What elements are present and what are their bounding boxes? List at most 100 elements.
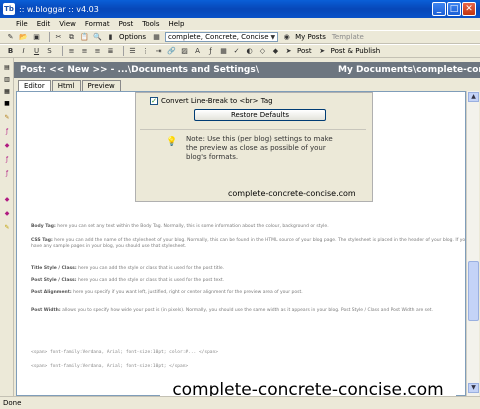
screenshot-caption: complete-concrete-concise.com [228,189,356,198]
menu-format[interactable]: Format [85,20,110,28]
indent-icon[interactable]: ⇥ [154,47,163,56]
preview-icon[interactable]: ◐ [245,47,254,56]
window-title: :: w.bloggar :: v4.03 [19,4,99,14]
table-icon[interactable]: ▦ [219,47,228,56]
open-icon[interactable]: 📂 [19,33,28,42]
paragraph-lead: Body Tag: [31,224,56,229]
scroll-down-icon[interactable]: ▼ [468,383,479,393]
underline-icon[interactable]: U [32,47,41,56]
post-publish-button[interactable]: Post & Publish [331,47,381,55]
html-icon[interactable]: ◇ [258,47,267,56]
code-line: <span> font-family:Verdana, Arial; font-… [31,350,218,355]
format-toolbar: B I U S ≡ ≡ ≡ ≣ ☰ ⋮ ⇥ 🔗 ▨ A ƒ ▦ ✓ ◐ ◇ ◆ … [0,44,480,58]
strip-icon-6[interactable]: ƒ [3,128,11,136]
numbered-list-icon[interactable]: ⋮ [141,47,150,56]
post-button[interactable]: Post [297,47,312,55]
find-icon[interactable]: 🔍 [93,33,102,42]
save-icon[interactable]: ▣ [32,33,41,42]
paste-icon[interactable]: 📋 [80,33,89,42]
embedded-screenshot: ✓ Convert Line-Break to <br> Tag Restore… [135,92,373,202]
spell-icon[interactable]: ✓ [232,47,241,56]
justify-icon[interactable]: ≣ [106,47,115,56]
publish-icon[interactable]: ➤ [318,47,327,56]
strip-icon-7[interactable]: ◆ [3,142,11,150]
list-icon[interactable]: ☰ [128,47,137,56]
strip-icon-12[interactable]: ✎ [3,224,11,232]
strip-icon-4[interactable]: ■ [3,100,11,108]
strip-icon-5[interactable]: ✎ [3,114,11,122]
post-header: Post: << New >> - ...\Documents and Sett… [14,62,480,78]
code-line: <span> font-family:Verdana, Arial; font-… [31,364,189,369]
menu-edit[interactable]: Edit [37,20,51,28]
cut-icon[interactable]: ✂ [54,33,63,42]
align-center-icon[interactable]: ≡ [80,47,89,56]
separator [62,46,63,56]
maximize-button[interactable]: □ [447,2,461,16]
copy-icon[interactable]: ⧉ [67,33,76,42]
code-icon[interactable]: ◆ [271,47,280,56]
paragraph-lead: Post Width: [31,308,61,313]
account-icon[interactable]: ◉ [282,33,291,42]
options-icon[interactable]: ▮ [106,33,115,42]
paragraph-text: allows you to specify how wide your post… [62,308,433,313]
separator [123,46,124,56]
paragraph-text: here you can add the name of the stylesh… [31,238,466,249]
paragraph-text: here you can set any text within the Bod… [57,224,329,229]
font-icon[interactable]: ƒ [206,47,215,56]
tab-editor[interactable]: Editor [18,80,51,91]
vertical-scrollbar[interactable]: ▲ ▼ [466,91,479,396]
template-button[interactable]: Template [332,33,364,41]
strike-icon[interactable]: S [45,47,54,56]
chevron-down-icon: ▼ [270,33,276,41]
strip-icon-1[interactable]: ▤ [3,64,11,72]
linebreak-checkbox: ✓ Convert Line-Break to <br> Tag [150,97,273,105]
options-button[interactable]: Options [119,33,146,41]
menu-tools[interactable]: Tools [142,20,159,28]
editor-tabs: Editor Html Preview [18,80,122,91]
close-button[interactable]: ✕ [462,2,476,16]
scroll-up-icon[interactable]: ▲ [468,92,479,102]
image-icon[interactable]: ▨ [180,47,189,56]
italic-icon[interactable]: I [19,47,28,56]
scroll-thumb[interactable] [468,261,479,321]
app-icon: Tb [3,3,15,15]
separator [49,32,50,42]
checkbox-label: Convert Line-Break to <br> Tag [161,97,273,105]
tab-html[interactable]: Html [51,80,81,91]
menu-help[interactable]: Help [168,20,184,28]
editor-content[interactable]: ✓ Convert Line-Break to <br> Tag Restore… [16,91,466,396]
blog-selector[interactable]: complete, Concrete, Concise ▼ [165,32,279,42]
strip-icon-9[interactable]: ƒ [3,170,11,178]
menu-post[interactable]: Post [119,20,134,28]
paragraph-lead: Post Alignment: [31,290,72,295]
new-post-icon[interactable]: ✎ [6,33,15,42]
strip-icon-11[interactable]: ◆ [3,210,11,218]
tab-preview[interactable]: Preview [81,80,121,91]
paragraph: CSS Tag: here you can add the name of th… [31,238,466,250]
menu-file[interactable]: File [16,20,28,28]
title-bar: Tb :: w.bloggar :: v4.03 _ □ ✕ [0,0,480,18]
align-left-icon[interactable]: ≡ [67,47,76,56]
paragraph: Body Tag: here you can set any text with… [31,224,465,230]
link-icon[interactable]: 🔗 [167,47,176,56]
my-posts-button[interactable]: My Posts [295,33,326,41]
post-icon[interactable]: ➤ [284,47,293,56]
left-toolbar: ▤ ▥ ▦ ■ ✎ ƒ ◆ ƒ ƒ ◆ ◆ ✎ [0,58,14,398]
strip-icon-10[interactable]: ◆ [3,196,11,204]
bold-icon[interactable]: B [6,47,15,56]
blog-selector-value: complete, Concrete, Concise [168,33,269,41]
strip-icon-8[interactable]: ƒ [3,156,11,164]
menu-view[interactable]: View [59,20,76,28]
paragraph-text: here you can add the style or class that… [78,266,225,271]
paragraph-lead: Post Style / Class: [31,278,77,283]
strip-icon-3[interactable]: ▦ [3,88,11,96]
paragraph: Title Style / Class: here you can add th… [31,266,465,272]
strip-icon-2[interactable]: ▥ [3,76,11,84]
menu-bar: File Edit View Format Post Tools Help [0,18,480,30]
align-right-icon[interactable]: ≡ [93,47,102,56]
color-icon[interactable]: A [193,47,202,56]
paragraph-lead: CSS Tag: [31,238,53,243]
paragraph-text: here you can add the style or class that… [77,278,225,283]
post-path-tail: My Documents\complete-conc [338,65,480,75]
minimize-button[interactable]: _ [432,2,446,16]
